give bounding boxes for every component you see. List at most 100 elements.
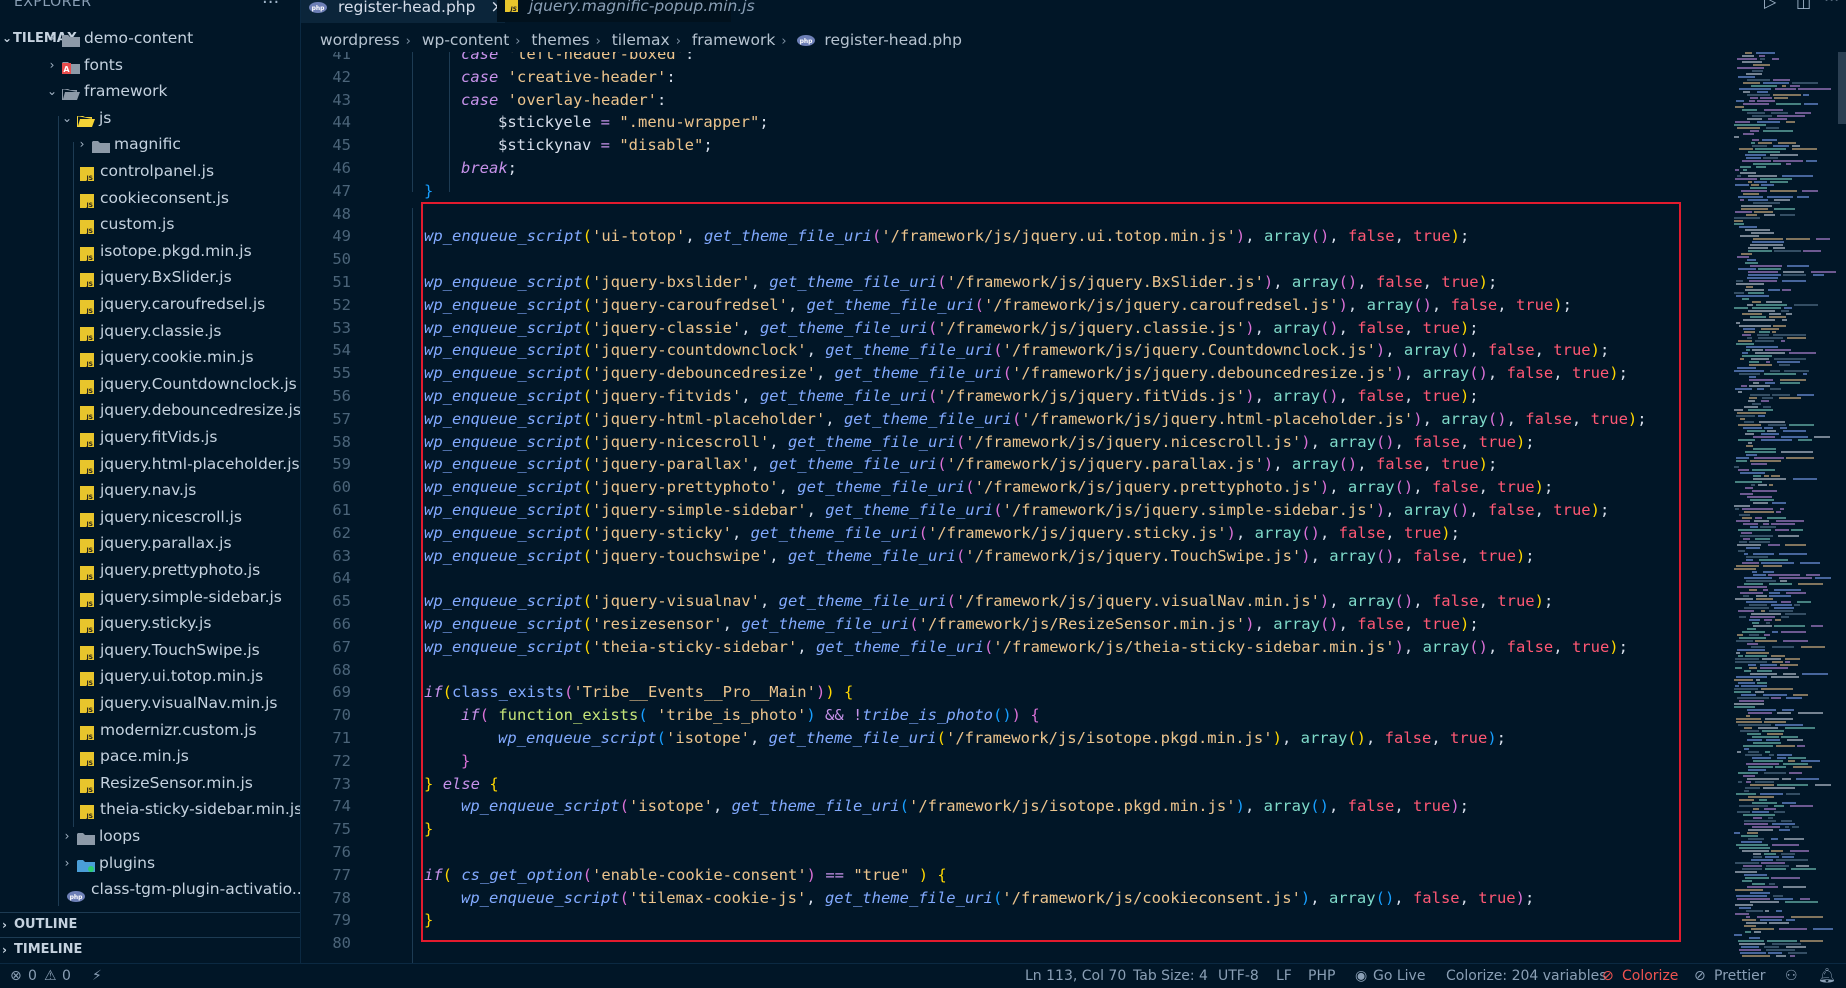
code-line[interactable]: if(class_exists('Tribe__Events__Pro__Mai… [424, 681, 853, 704]
breadcrumb-item[interactable]: framework [692, 31, 775, 49]
notifications-icon[interactable]: 🔔︎ [1818, 964, 1836, 988]
code-line[interactable]: } [461, 750, 470, 773]
timeline-section[interactable]: › TIMELINE [0, 937, 300, 962]
tree-file[interactable]: JS ResizeSensor.min.js [0, 770, 300, 796]
breadcrumb-item[interactable]: wordpress [320, 31, 400, 49]
tree-file[interactable]: JS jquery.nicescroll.js [0, 504, 300, 530]
tree-file[interactable]: JS jquery.debouncedresize.js [0, 397, 300, 423]
tree-file[interactable]: JS jquery.parallax.js [0, 530, 300, 556]
code-line[interactable]: wp_enqueue_script('isotope', get_theme_f… [461, 795, 1469, 818]
tree-file[interactable]: JS jquery.visualNav.min.js [0, 690, 300, 716]
tree-file[interactable]: JS modernizr.custom.js [0, 717, 300, 743]
code-editor[interactable]: 41 case 'left-header-boxed': 42 case 'creat… [301, 52, 1731, 963]
breadcrumb-item[interactable]: wp-content [422, 31, 509, 49]
tree-file[interactable]: JS custom.js [0, 211, 300, 237]
tree-folder[interactable]: ⌄ js [0, 105, 300, 131]
tree-file[interactable]: JS jquery.Countdownclock.js [0, 371, 300, 397]
tree-folder[interactable]: › demo-content [0, 25, 300, 51]
language-mode[interactable]: PHP [1308, 964, 1335, 988]
colorize-variables[interactable]: Colorize: 204 variables [1446, 964, 1607, 988]
code-line[interactable]: $stickyele = ".menu-wrapper"; [498, 111, 769, 134]
split-editor-icon[interactable]: ◫ [1796, 0, 1811, 11]
more-actions-icon[interactable]: ··· [262, 0, 279, 13]
breadcrumb-item[interactable]: themes [531, 31, 589, 49]
go-live-button[interactable]: Go Live [1373, 964, 1425, 988]
tree-file[interactable]: JS jquery.nav.js [0, 477, 300, 503]
prettier-button[interactable]: Prettier [1714, 964, 1766, 988]
code-line[interactable]: $stickynav = "disable"; [498, 134, 713, 157]
warning-icon[interactable]: ⚠ [44, 964, 57, 988]
code-line[interactable]: wp_enqueue_script('jquery-prettyphoto', … [424, 476, 1553, 499]
more-actions-icon[interactable]: ··· [1824, 0, 1839, 9]
code-line[interactable]: wp_enqueue_script('tilemax-cookie-js', g… [461, 887, 1534, 910]
code-line[interactable]: wp_enqueue_script('jquery-caroufredsel',… [424, 294, 1572, 317]
code-line[interactable]: } else { [424, 773, 499, 796]
code-line[interactable]: wp_enqueue_script('jquery-html-placehold… [424, 408, 1647, 431]
code-line[interactable]: case 'overlay-header': [461, 89, 666, 112]
code-line[interactable]: case 'left-header-boxed': [461, 52, 694, 66]
code-line[interactable]: wp_enqueue_script('resizesensor', get_th… [424, 613, 1479, 636]
encoding[interactable]: UTF-8 [1218, 964, 1259, 988]
scrollbar[interactable] [1838, 52, 1846, 963]
code-line[interactable]: wp_enqueue_script('isotope', get_theme_f… [498, 727, 1506, 750]
code-line[interactable]: break; [461, 157, 517, 180]
code-line[interactable]: case 'creative-header': [461, 66, 676, 89]
code-line[interactable]: } [424, 909, 433, 932]
code-line[interactable]: wp_enqueue_script('jquery-debouncedresiz… [424, 362, 1628, 385]
code-line[interactable]: if( function_exists( 'tribe_is_photo') &… [461, 704, 1040, 727]
code-line[interactable]: wp_enqueue_script('jquery-parallax', get… [424, 453, 1497, 476]
tree-file[interactable]: JS pace.min.js [0, 743, 300, 769]
tree-file[interactable]: JS jquery.BxSlider.js [0, 264, 300, 290]
tree-file[interactable]: JS jquery.prettyphoto.js [0, 557, 300, 583]
tree-file[interactable]: JS jquery.classie.js [0, 318, 300, 344]
code-line[interactable]: wp_enqueue_script('theia-sticky-sidebar'… [424, 636, 1628, 659]
tree-file[interactable]: JS jquery.sticky.js [0, 610, 300, 636]
cursor-position[interactable]: Ln 113, Col 70 [1025, 964, 1126, 988]
tree-file[interactable]: JS jquery.cookie.min.js [0, 344, 300, 370]
code-line[interactable]: wp_enqueue_script('jquery-classie', get_… [424, 317, 1479, 340]
error-count[interactable]: 0 [28, 964, 37, 988]
breadcrumb-item[interactable]: tilemax [612, 31, 670, 49]
tab-magnific-popup[interactable]: JS jquery.magnific-popup.min.js [497, 0, 755, 22]
warning-count[interactable]: 0 [62, 964, 71, 988]
code-line[interactable]: wp_enqueue_script('jquery-sticky', get_t… [424, 522, 1460, 545]
code-line[interactable]: wp_enqueue_script('jquery-bxslider', get… [424, 271, 1497, 294]
breadcrumb-item[interactable]: register-head.php [824, 31, 962, 49]
code-line[interactable]: wp_enqueue_script('jquery-nicescroll', g… [424, 431, 1535, 454]
tree-file[interactable]: JS jquery.caroufredsel.js [0, 291, 300, 317]
tree-file[interactable]: JS jquery.html-placeholder.js [0, 451, 300, 477]
tab-register-head[interactable]: php register-head.php × [301, 0, 505, 23]
end-of-line[interactable]: LF [1276, 964, 1292, 988]
accounts-icon[interactable]: ⚇ [1785, 964, 1798, 988]
scrollbar-thumb[interactable] [1838, 52, 1846, 124]
code-line[interactable]: } [424, 818, 433, 841]
tree-file[interactable]: JS theia-sticky-sidebar.min.js [0, 796, 300, 822]
code-line[interactable]: wp_enqueue_script('jquery-visualnav', ge… [424, 590, 1553, 613]
tree-folder[interactable]: ⌄ framework [0, 78, 300, 104]
code-line[interactable]: wp_enqueue_script('jquery-fitvids', get_… [424, 385, 1479, 408]
tree-file[interactable]: JS jquery.TouchSwipe.js [0, 637, 300, 663]
code-line[interactable]: wp_enqueue_script('ui-totop', get_theme_… [424, 225, 1469, 248]
tree-folder[interactable]: › Afonts [0, 52, 300, 78]
error-icon[interactable]: ⊗ [10, 964, 22, 988]
code-line[interactable]: wp_enqueue_script('jquery-touchswipe', g… [424, 545, 1535, 568]
outline-section[interactable]: › OUTLINE [0, 912, 300, 937]
minimap[interactable] [1732, 52, 1838, 963]
tree-folder[interactable]: › plugins [0, 850, 300, 876]
tree-file[interactable]: JS jquery.ui.totop.min.js [0, 663, 300, 689]
code-line[interactable]: } [424, 180, 433, 203]
tree-file[interactable]: JS jquery.simple-sidebar.js [0, 584, 300, 610]
tree-folder[interactable]: › magnific [0, 131, 300, 157]
sync-icon[interactable]: ⚡ [92, 964, 102, 988]
tree-file[interactable]: php class-tgm-plugin-activatio... [0, 876, 300, 903]
tree-file[interactable]: JS controlpanel.js [0, 158, 300, 184]
tree-file[interactable]: JS jquery.fitVids.js [0, 424, 300, 450]
run-icon[interactable]: ▷ [1764, 0, 1776, 11]
code-line[interactable]: if( cs_get_option('enable-cookie-consent… [424, 864, 947, 887]
code-line[interactable]: wp_enqueue_script('jquery-simple-sidebar… [424, 499, 1609, 522]
tree-file[interactable]: JS cookieconsent.js [0, 185, 300, 211]
tab-size[interactable]: Tab Size: 4 [1133, 964, 1208, 988]
tree-folder[interactable]: › loops [0, 823, 300, 849]
colorize-button[interactable]: Colorize [1622, 964, 1678, 988]
broadcast-icon[interactable]: ◉ [1355, 964, 1367, 988]
